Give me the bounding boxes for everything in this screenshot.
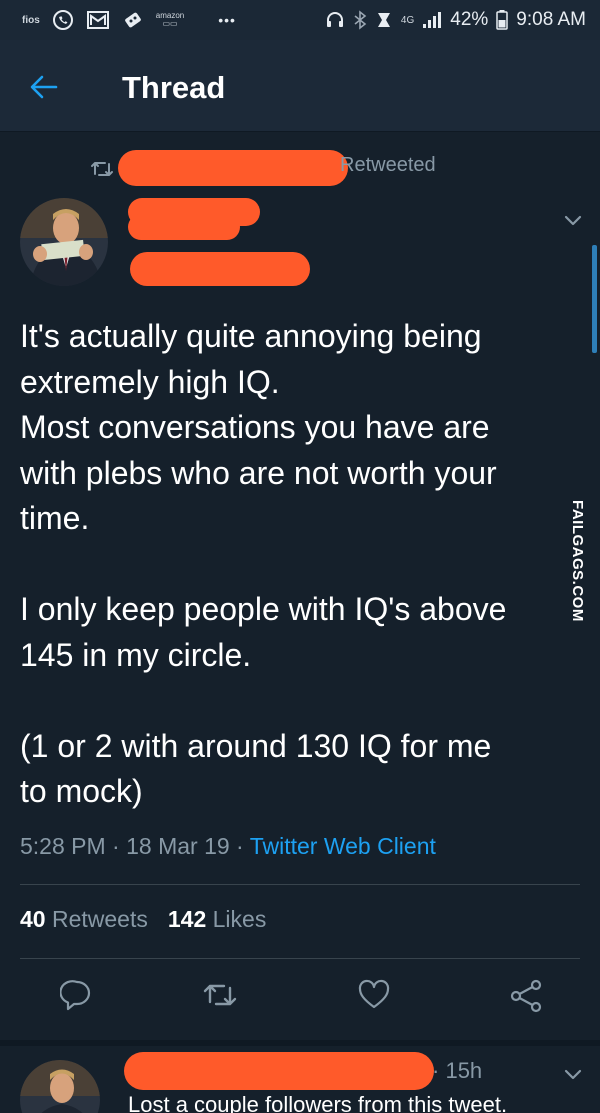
divider <box>20 884 580 885</box>
tweet-time: 5:28 PM <box>20 833 106 859</box>
reply-avatar[interactable] <box>20 1060 100 1113</box>
redacted-reply-name <box>124 1052 434 1090</box>
bluetooth-icon <box>353 10 367 30</box>
headset-icon <box>325 10 345 30</box>
page-title: Thread <box>122 70 226 105</box>
more-notifications-icon: ••• <box>218 12 236 28</box>
scrollbar[interactable] <box>592 245 597 353</box>
signal-icon <box>422 11 442 29</box>
tweet-line: Most conversations you have are <box>20 409 490 445</box>
tweet-line: to mock) <box>20 773 143 809</box>
arrow-left-icon[interactable] <box>30 74 58 105</box>
likes-label: Likes <box>212 906 267 932</box>
redacted-display-name-part <box>128 214 240 240</box>
battery-percent: 42% <box>450 9 489 30</box>
tweet-line: 145 in my circle. <box>20 636 252 673</box>
reply-time-value: 15h <box>445 1058 483 1083</box>
redacted-retweeter-name <box>118 150 348 186</box>
share-icon[interactable] <box>508 978 544 1019</box>
tweet-line: (1 or 2 with around 130 IQ for me <box>20 727 492 764</box>
chevron-down-icon[interactable] <box>564 1068 582 1086</box>
tweet-stats: 40 Retweets 142 Likes <box>20 906 266 933</box>
reply-text: Lost a couple followers from this tweet. <box>128 1092 508 1113</box>
avatar[interactable] <box>20 198 108 286</box>
retweets-count: 40 <box>20 906 46 932</box>
app-header: Thread <box>0 40 600 132</box>
whatsapp-icon <box>52 9 74 31</box>
retweet-icon <box>90 158 114 185</box>
tweet-meta: 5:28 PM · 18 Mar 19 · Twitter Web Client <box>20 833 436 859</box>
tweet-line: with plebs who are not worth your <box>20 454 497 491</box>
thread-separator <box>0 1040 600 1046</box>
tweet-text: It's actually quite annoying being extre… <box>20 314 580 815</box>
tweet-line: time. <box>20 500 90 536</box>
amazon-label: amazon <box>155 11 185 20</box>
mail-icon <box>86 9 110 31</box>
tweet-line: I only keep people with IQ's above <box>20 591 507 627</box>
tweet-actions <box>0 978 600 1018</box>
redacted-username <box>130 252 310 286</box>
retweet-icon[interactable] <box>202 978 238 1017</box>
watermark: FAILGAGS.COM <box>569 500 586 622</box>
retweets-label: Retweets <box>51 906 148 932</box>
reply-icon[interactable] <box>59 978 94 1017</box>
retweets-stat[interactable]: 40 Retweets <box>20 906 148 933</box>
heart-icon[interactable] <box>357 978 391 1017</box>
pizza-icon <box>122 9 144 31</box>
retweeted-label: Retweeted <box>340 154 436 176</box>
clock: 9:08 AM <box>516 9 586 30</box>
battery-icon <box>496 10 509 30</box>
tweet-client-link[interactable]: Twitter Web Client <box>250 833 436 859</box>
divider <box>20 958 580 959</box>
chevron-down-icon[interactable] <box>564 214 582 232</box>
tweet-line: It's actually quite annoying being <box>20 318 482 354</box>
network-type: 4G <box>400 14 415 26</box>
status-bar: fios amazon ▭▭ ••• 4G 42% 9:08 AM <box>0 0 600 40</box>
reply-time: · 15h <box>432 1058 483 1083</box>
amazon-icon: amazon ▭▭ <box>155 11 185 28</box>
alarm-icon <box>375 10 393 30</box>
tweet-date: 18 Mar 19 <box>126 833 230 859</box>
tweet-line: extremely high IQ. <box>20 363 280 400</box>
likes-stat[interactable]: 142 Likes <box>168 906 266 933</box>
fios-icon: fios <box>22 14 40 26</box>
likes-count: 142 <box>167 906 207 932</box>
